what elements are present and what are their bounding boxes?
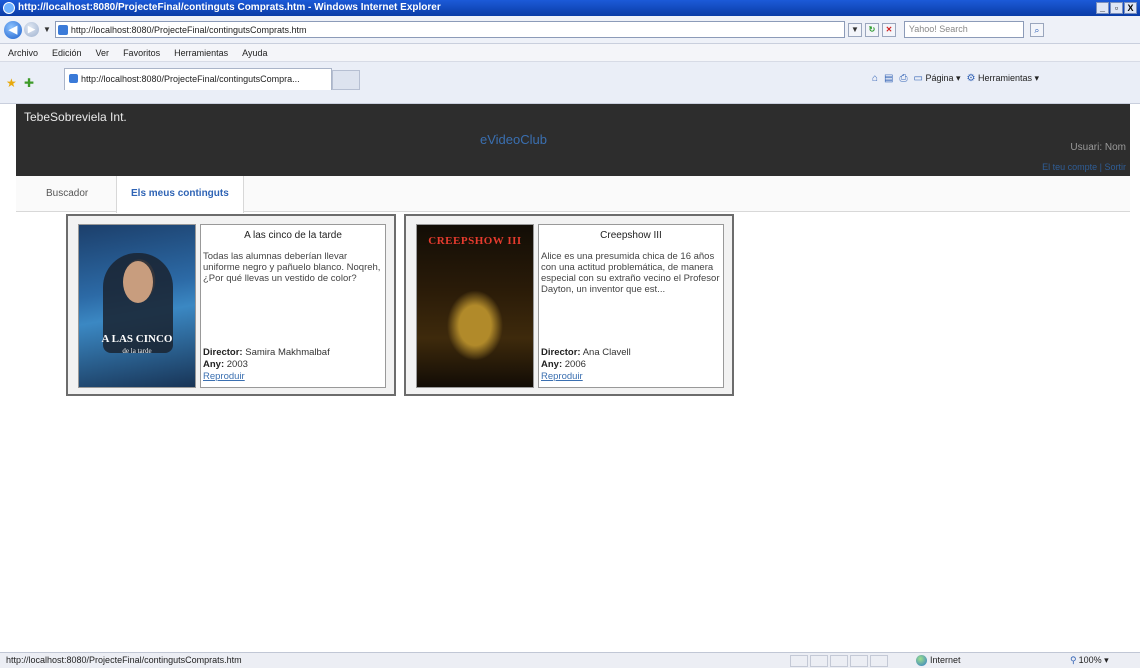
forward-button[interactable]: ▶	[24, 22, 39, 37]
movie-poster[interactable]: A LAS CINCO de la tarde	[78, 224, 196, 388]
add-favorites-icon[interactable]: ✚	[24, 76, 34, 90]
director-value: Ana Clavell	[582, 347, 631, 358]
menu-item-archivo[interactable]: Archivo	[8, 48, 38, 58]
zone-label: Internet	[930, 655, 961, 665]
window-title: http://localhost:8080/ProjecteFinal/cont…	[18, 2, 441, 13]
window-title-bar: http://localhost:8080/ProjecteFinal/cont…	[0, 0, 1140, 16]
year-label: Any:	[203, 359, 225, 370]
address-dropdown-icon[interactable]: ▼	[847, 22, 862, 37]
zoom-control[interactable]: ⚲ 100% ▾	[1070, 653, 1109, 668]
play-link[interactable]: Reproduir	[541, 371, 583, 382]
poster-face	[123, 261, 153, 303]
poster-title: CREEPSHOW III	[428, 235, 522, 247]
year-value: 2006	[564, 359, 586, 370]
play-link[interactable]: Reproduir	[203, 371, 245, 382]
browser-tab-label: http://localhost:8080/ProjecteFinal/cont…	[81, 74, 300, 84]
site-header: TebeSobreviela Int. eVideoClub Usuari: N…	[16, 104, 1130, 176]
movie-card: CREEPSHOW III Creepshow III Alice es una…	[404, 214, 734, 396]
page-menu-icon: ▭	[913, 73, 923, 84]
menu-bar: Archivo Edición Ver Favoritos Herramient…	[0, 44, 1140, 62]
menu-item-ayuda[interactable]: Ayuda	[242, 48, 267, 58]
menu-item-ver[interactable]: Ver	[96, 48, 110, 58]
history-dropdown-icon[interactable]: ▼	[43, 25, 51, 34]
movie-info: Creepshow III Alice es una presumida chi…	[538, 224, 724, 388]
menu-item-edicion[interactable]: Edición	[52, 48, 82, 58]
search-input[interactable]: Yahoo! Search	[903, 21, 1024, 38]
tab-buscador[interactable]: Buscador	[32, 176, 102, 212]
menu-item-favoritos[interactable]: Favoritos	[123, 48, 160, 58]
search-icon[interactable]: ⌕	[1029, 22, 1044, 37]
back-button[interactable]: ◀	[4, 20, 22, 39]
tools-menu[interactable]: ⚙ Herramientas ▾	[967, 73, 1040, 84]
year-value: 2003	[226, 359, 248, 370]
user-links: El teu compte | Sortir	[1042, 162, 1126, 172]
ie-logo-icon	[3, 2, 15, 14]
window-controls: _ ▫ X	[1096, 2, 1137, 14]
address-input[interactable]: http://localhost:8080/ProjecteFinal/cont…	[54, 21, 845, 38]
status-bar: http://localhost:8080/ProjecteFinal/cont…	[0, 652, 1140, 668]
tab-els-meus-continguts[interactable]: Els meus continguts	[116, 176, 244, 213]
print-icon[interactable]: ⎙	[900, 73, 908, 84]
director-label: Director:	[203, 347, 243, 358]
status-pane	[790, 655, 808, 667]
status-pane	[870, 655, 888, 667]
user-label: Usuari: Nom	[1070, 142, 1126, 153]
director-label: Director:	[541, 347, 581, 358]
page-icon	[57, 24, 68, 35]
refresh-icon[interactable]: ↻	[864, 22, 879, 37]
home-icon[interactable]: ⌂	[872, 73, 878, 84]
address-url[interactable]: http://localhost:8080/ProjecteFinal/cont…	[71, 25, 844, 35]
movie-synopsis: Todas las alumnas deberían llevar unifor…	[203, 251, 381, 284]
poster-subtitle: de la tarde	[122, 347, 152, 355]
feeds-icon[interactable]: ▤	[884, 73, 893, 84]
movie-title: A las cinco de la tarde	[244, 230, 342, 241]
year-label: Any:	[541, 359, 563, 370]
movie-info: A las cinco de la tarde Todas las alumna…	[200, 224, 386, 388]
address-toolbar: ◀ ▶ ▼ http://localhost:8080/ProjecteFina…	[0, 16, 1140, 44]
movie-director: Director: Ana Clavell	[541, 347, 631, 358]
movie-poster[interactable]: CREEPSHOW III	[416, 224, 534, 388]
status-pane	[850, 655, 868, 667]
status-pane	[830, 655, 848, 667]
poster-title: A LAS CINCO	[101, 333, 173, 345]
browser-tab[interactable]: http://localhost:8080/ProjecteFinal/cont…	[64, 68, 332, 90]
page-menu-label: Página	[925, 73, 954, 83]
close-button[interactable]: X	[1124, 2, 1137, 14]
maximize-button[interactable]: ▫	[1110, 2, 1123, 14]
favorites-star-icon[interactable]: ★	[6, 76, 17, 90]
movie-year: Any: 2006	[541, 359, 586, 370]
director-value: Samira Makhmalbaf	[245, 347, 330, 358]
movie-card: A LAS CINCO de la tarde A las cinco de l…	[66, 214, 396, 396]
status-panes	[790, 655, 888, 667]
command-bar: ⌂ ▤ ⎙ ▭ Página ▾ ⚙ Herramientas ▾	[872, 73, 1039, 84]
brand-name: TebeSobreviela Int.	[24, 110, 127, 124]
movie-title: Creepshow III	[600, 230, 662, 241]
site-title: eVideoClub	[480, 132, 547, 147]
tab-bar: ★ ✚ http://localhost:8080/ProjecteFinal/…	[0, 62, 1140, 104]
account-link[interactable]: El teu compte	[1042, 162, 1097, 172]
globe-icon	[916, 655, 927, 666]
movie-director: Director: Samira Makhmalbaf	[203, 347, 330, 358]
zoom-icon: ⚲	[1070, 655, 1077, 665]
status-pane	[810, 655, 828, 667]
movie-synopsis: Alice es una presumida chica de 16 años …	[541, 251, 720, 295]
stop-icon[interactable]: ✕	[881, 22, 896, 37]
new-tab-button[interactable]	[332, 70, 360, 90]
movie-year: Any: 2003	[203, 359, 248, 370]
tools-gear-icon: ⚙	[966, 73, 976, 84]
site-nav: Buscador Els meus continguts	[16, 176, 1130, 213]
tools-menu-label: Herramientas	[978, 73, 1033, 83]
menu-item-herramientas[interactable]: Herramientas	[174, 48, 228, 58]
zoom-level: 100%	[1078, 655, 1102, 665]
tab-page-icon	[69, 74, 78, 83]
minimize-button[interactable]: _	[1096, 2, 1109, 14]
security-zone[interactable]: Internet	[916, 653, 961, 668]
page-menu[interactable]: ▭ Página ▾	[914, 73, 961, 84]
status-url: http://localhost:8080/ProjecteFinal/cont…	[6, 655, 242, 665]
logout-link[interactable]: Sortir	[1104, 162, 1126, 172]
